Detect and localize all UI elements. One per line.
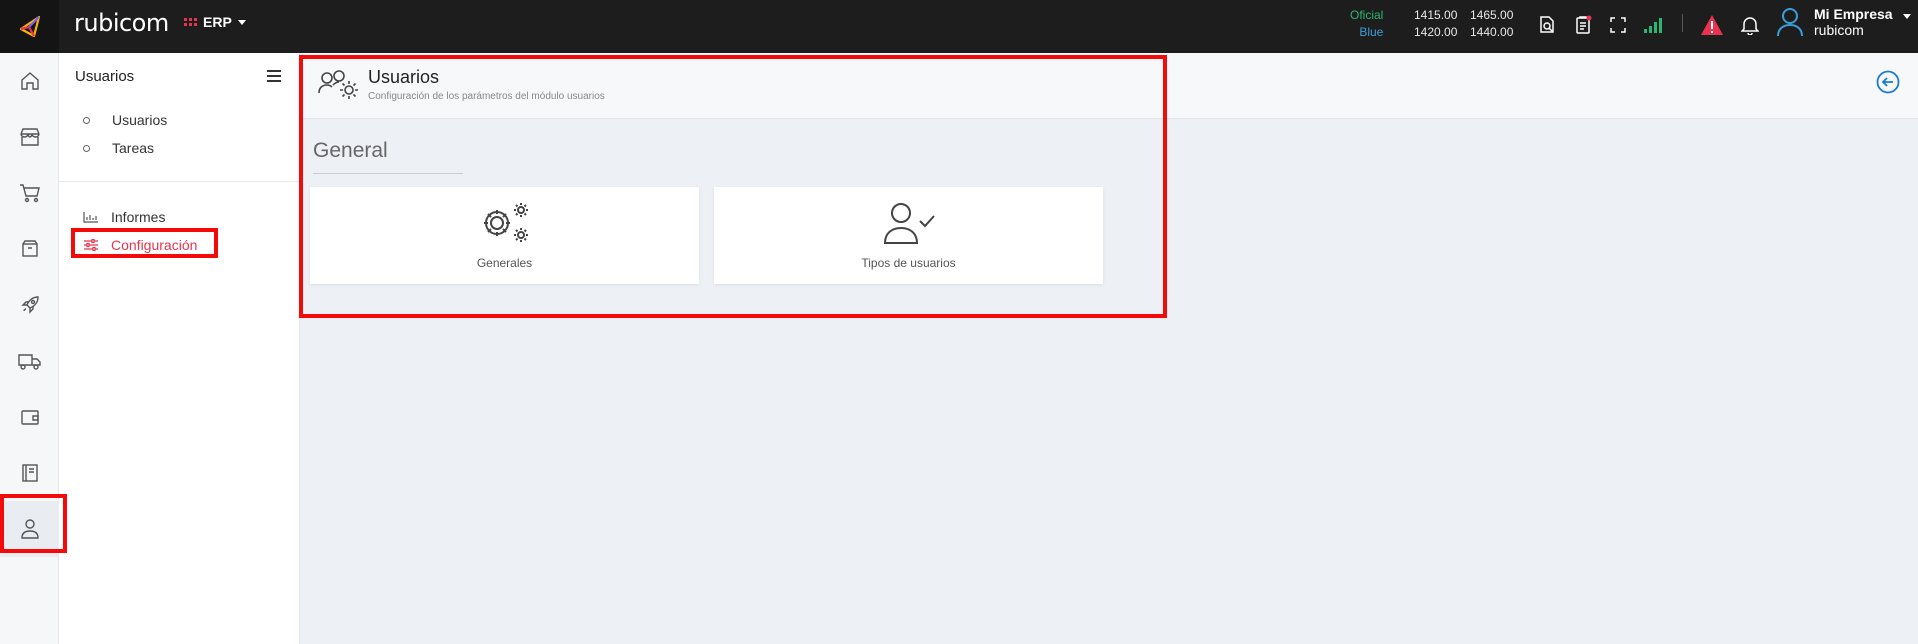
app-logo[interactable]	[0, 0, 59, 53]
rail-rocket[interactable]	[0, 277, 59, 333]
module-rail	[0, 53, 59, 644]
rail-box[interactable]	[0, 221, 59, 277]
sidebar-item-label: Informes	[111, 209, 166, 225]
fullscreen-icon[interactable]	[1606, 13, 1630, 37]
user-text: Mi Empresa rubicom	[1814, 6, 1893, 38]
app-switch-label: ERP	[203, 14, 232, 30]
card-label: Tipos de usuarios	[861, 256, 956, 270]
rail-wallet[interactable]	[0, 389, 59, 445]
search-document-icon[interactable]	[1535, 13, 1559, 37]
chevron-down-icon	[237, 19, 246, 25]
rail-book[interactable]	[0, 445, 59, 501]
home-icon	[20, 72, 39, 90]
user-icon	[1777, 8, 1803, 37]
module-sidebar: Usuarios Usuarios Tareas Informes Config…	[59, 53, 300, 644]
rail-truck[interactable]	[0, 333, 59, 389]
sidebar-subitem-usuarios[interactable]: Usuarios	[83, 112, 167, 128]
truck-icon	[17, 354, 41, 370]
card-label: Generales	[476, 256, 533, 270]
user-name: Mi Empresa	[1814, 6, 1893, 22]
book-icon	[21, 464, 38, 482]
user-check-icon	[883, 203, 935, 244]
cart-icon	[19, 184, 40, 203]
sidebar-divider	[59, 181, 299, 182]
sidebar-subitem-label: Tareas	[112, 140, 155, 156]
rate-blue-label: Blue	[1359, 25, 1384, 39]
bell-icon[interactable]	[1738, 13, 1762, 37]
box-icon	[21, 240, 38, 257]
rail-home[interactable]	[0, 53, 59, 109]
user-menu[interactable]: Mi Empresa rubicom	[1776, 6, 1911, 38]
menu-toggle-icon[interactable]	[267, 70, 281, 82]
page-title: Usuarios	[368, 67, 440, 87]
back-arrow-icon[interactable]	[1876, 70, 1900, 94]
rail-users[interactable]	[0, 501, 59, 557]
logo-icon	[19, 15, 40, 37]
rate-blue-sell: 1440.00	[1470, 25, 1514, 39]
chevron-down-icon	[1902, 13, 1911, 19]
sidebar-subitem-tareas[interactable]: Tareas	[83, 140, 154, 156]
circle-icon	[83, 144, 90, 152]
sidebar-title: Usuarios	[75, 68, 135, 85]
card-tipos-de-usuarios[interactable]: Tipos de usuarios	[714, 187, 1103, 284]
erp-app-switcher[interactable]: ERP	[184, 14, 246, 30]
section-title: General	[313, 139, 388, 162]
sidebar-item-configuracion[interactable]: Configuración	[83, 237, 197, 253]
gears-icon	[483, 203, 528, 242]
chart-icon	[83, 212, 98, 223]
section-underline	[313, 173, 463, 174]
clipboard-icon[interactable]	[1571, 13, 1595, 37]
top-bar: rubicom ERP Oficial Blue 1415.00 1420.00…	[0, 0, 1918, 53]
main-content: Usuarios Configuración de los parámetros…	[300, 53, 1918, 644]
rail-store[interactable]	[0, 109, 59, 165]
rate-oficial-buy: 1415.00	[1414, 8, 1458, 22]
user-company: rubicom	[1814, 22, 1864, 38]
sliders-icon	[84, 239, 98, 251]
brand-name: rubicom	[74, 9, 169, 37]
page-subtitle: Configuración de los parámetros del módu…	[368, 91, 605, 102]
warning-icon[interactable]	[1700, 13, 1724, 37]
user-icon	[20, 519, 39, 539]
rail-cart[interactable]	[0, 165, 59, 221]
store-icon	[19, 128, 40, 146]
rate-oficial-sell: 1465.00	[1470, 8, 1514, 22]
sidebar-subitem-label: Usuarios	[112, 112, 168, 128]
rocket-icon	[20, 296, 39, 314]
page-header: Usuarios Configuración de los parámetros…	[300, 53, 1918, 119]
apps-grid-icon	[184, 18, 197, 26]
rate-labels: Oficial Blue	[1350, 7, 1383, 41]
topbar-divider	[1682, 14, 1683, 32]
sidebar-item-informes[interactable]: Informes	[83, 209, 165, 225]
rate-oficial-label: Oficial	[1350, 8, 1384, 22]
card-generales[interactable]: Generales	[310, 187, 699, 284]
circle-icon	[83, 116, 90, 124]
rate-blue-buy: 1420.00	[1414, 25, 1458, 39]
rate-buy-column: 1415.00 1420.00	[1414, 7, 1457, 41]
signal-icon	[1642, 13, 1666, 37]
rate-sell-column: 1465.00 1440.00	[1470, 7, 1513, 41]
users-settings-icon	[318, 70, 358, 99]
sidebar-item-label: Configuración	[111, 237, 198, 253]
wallet-icon	[20, 410, 39, 425]
